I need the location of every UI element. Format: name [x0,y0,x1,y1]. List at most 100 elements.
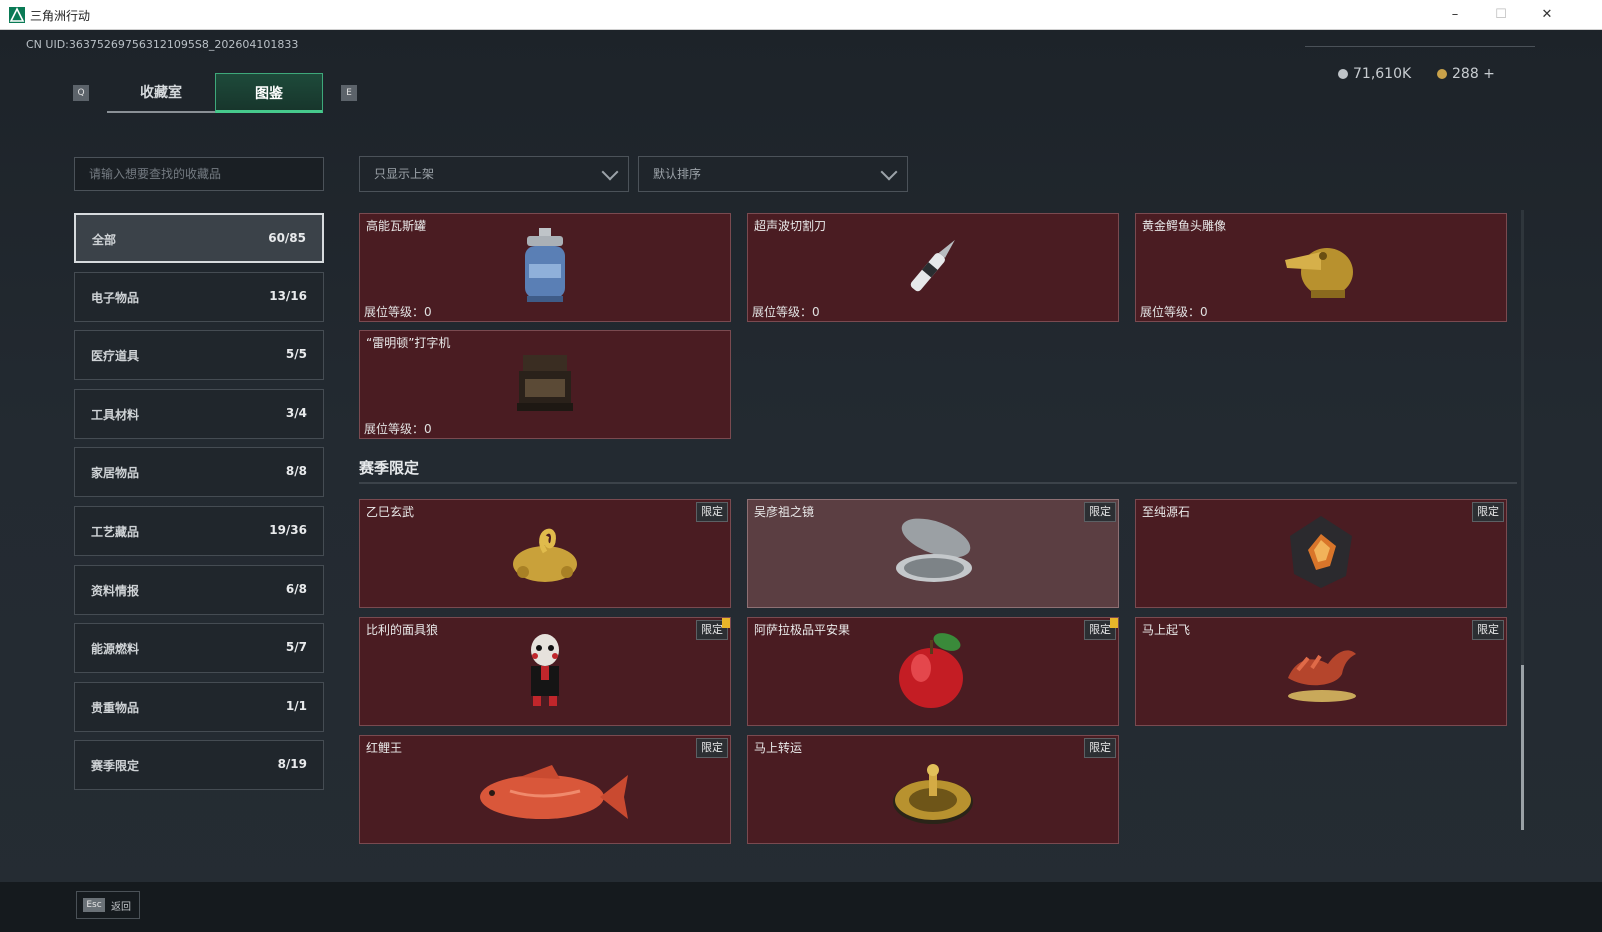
footer-bar: Esc 返回 [0,882,1602,932]
season-item-card[interactable]: 乙巳玄武 限定 [359,499,731,608]
back-button[interactable]: Esc 返回 [76,891,140,919]
category-label: 赛季限定 [91,759,140,773]
category-count: 13/16 [269,289,307,303]
category-count: 60/85 [268,231,306,245]
season-item-card[interactable]: 红鲤王 限定 [359,735,731,844]
currency-gold[interactable]: 288 + [1437,66,1495,82]
category-all[interactable]: 全部 60/85 [74,213,324,263]
category-label: 电子物品 [91,291,140,305]
tab-catalog[interactable]: 图鉴 [215,73,323,113]
item-name: 超声波切割刀 [754,219,827,233]
category-household[interactable]: 家居物品 8/8 [74,447,324,497]
apple-icon [895,628,971,716]
item-card[interactable]: “雷明顿”打字机 展位等级：0 [359,330,731,439]
level-value: 0 [1200,305,1208,319]
item-name: 乙巳玄武 [366,505,415,519]
sort-dropdown[interactable]: 默认排序 [638,156,908,192]
esc-key-icon: Esc [83,898,105,912]
item-name: 马上起飞 [1142,623,1191,637]
alert-icon [1110,618,1118,628]
gold-amount: 288 + [1452,66,1495,82]
close-button[interactable]: ✕ [1524,0,1570,30]
red-carp-icon [460,761,630,835]
category-crafts[interactable]: 工艺藏品 19/36 [74,506,324,556]
item-card[interactable]: 超声波切割刀 展位等级：0 [747,213,1119,322]
key-hint-q[interactable]: Q [73,85,89,101]
limited-badge: 限定 [696,738,728,758]
category-fuel[interactable]: 能源燃料 5/7 [74,623,324,673]
level-prefix: 展位等级： [364,422,425,436]
category-count: 19/36 [269,523,307,537]
season-item-card[interactable]: 马上起飞 限定 [1135,617,1507,726]
silver-amount: 71,610K [1353,66,1412,82]
season-item-card[interactable]: 马上转运 限定 [747,735,1119,844]
section-title-season: 赛季限定 [359,459,420,477]
category-label: 全部 [92,233,117,247]
key-hint-e[interactable]: E [341,85,357,101]
category-season[interactable]: 赛季限定 8/19 [74,740,324,790]
tab-collection-room[interactable]: 收藏室 [107,73,215,113]
alert-icon [722,618,730,628]
minimize-button[interactable]: – [1432,0,1478,30]
level-value: 0 [424,305,432,319]
category-label: 贵重物品 [91,701,140,715]
item-level: 展位等级：0 [364,303,432,320]
chevron-down-icon [880,163,898,181]
category-tools[interactable]: 工具材料 3/4 [74,389,324,439]
category-count: 5/7 [285,640,307,654]
category-label: 工具材料 [91,408,140,422]
tab-bar: 收藏室 图鉴 [107,73,323,113]
level-prefix: 展位等级： [364,305,425,319]
category-electronics[interactable]: 电子物品 13/16 [74,272,324,322]
silver-coin-icon [1338,69,1348,79]
player-uid: CN UID:363752697563121095S8_202604101833 [26,38,299,51]
category-label: 家居物品 [91,466,140,480]
item-level: 展位等级：0 [1140,303,1208,320]
search-input[interactable]: 请输入想要查找的收藏品 [74,157,324,191]
limited-badge: 限定 [696,502,728,522]
item-name: 马上转运 [754,741,803,755]
item-name: 黄金鳄鱼头雕像 [1142,219,1227,233]
category-medical[interactable]: 医疗道具 5/5 [74,330,324,380]
level-value: 0 [812,305,820,319]
category-label: 医疗道具 [91,349,140,363]
app-logo-icon [9,7,25,23]
limited-badge: 限定 [1084,502,1116,522]
scrollbar-thumb[interactable] [1521,665,1524,830]
item-card[interactable]: 黄金鳄鱼头雕像 展位等级：0 [1135,213,1507,322]
season-item-card[interactable]: 比利的面具狼 限定 [359,617,731,726]
ultrasonic-knife-icon [893,226,973,310]
window-titlebar: 三角洲行动 – ☐ ✕ [0,0,1602,30]
category-count: 5/5 [285,347,307,361]
item-name: 阿萨拉极品平安果 [754,623,851,637]
listing-filter-value: 只显示上架 [374,167,435,181]
category-count: 3/4 [285,406,307,420]
item-name: “雷明顿”打字机 [366,336,451,350]
category-valuables[interactable]: 贵重物品 1/1 [74,682,324,732]
header-divider [1305,46,1535,47]
item-name: 吴彦祖之镜 [754,505,815,519]
horse-statue-icon [1278,634,1364,710]
season-item-card[interactable]: 阿萨拉极品平安果 限定 [747,617,1119,726]
typewriter-icon [513,349,577,421]
level-prefix: 展位等级： [752,305,813,319]
limited-badge: 限定 [1084,738,1116,758]
currency-silver[interactable]: 71,610K [1338,66,1411,82]
listing-filter-dropdown[interactable]: 只显示上架 [359,156,629,192]
gold-turtle-snake-icon [503,512,587,596]
category-intel[interactable]: 资料情报 6/8 [74,565,324,615]
gas-canister-icon [517,226,573,310]
item-name: 红鲤王 [366,741,403,755]
item-name: 高能瓦斯罐 [366,219,427,233]
item-name: 比利的面具狼 [366,623,439,637]
season-item-card[interactable]: 至纯源石 限定 [1135,499,1507,608]
item-name: 至纯源石 [1142,505,1191,519]
category-count: 1/1 [285,699,307,713]
category-label: 能源燃料 [91,642,140,656]
item-card[interactable]: 高能瓦斯罐 展位等级：0 [359,213,731,322]
item-level: 展位等级：0 [752,303,820,320]
scrollbar[interactable] [1521,210,1524,830]
category-count: 8/8 [285,464,307,478]
maximize-button[interactable]: ☐ [1478,0,1524,30]
season-item-card[interactable]: 吴彦祖之镜 限定 [747,499,1119,608]
